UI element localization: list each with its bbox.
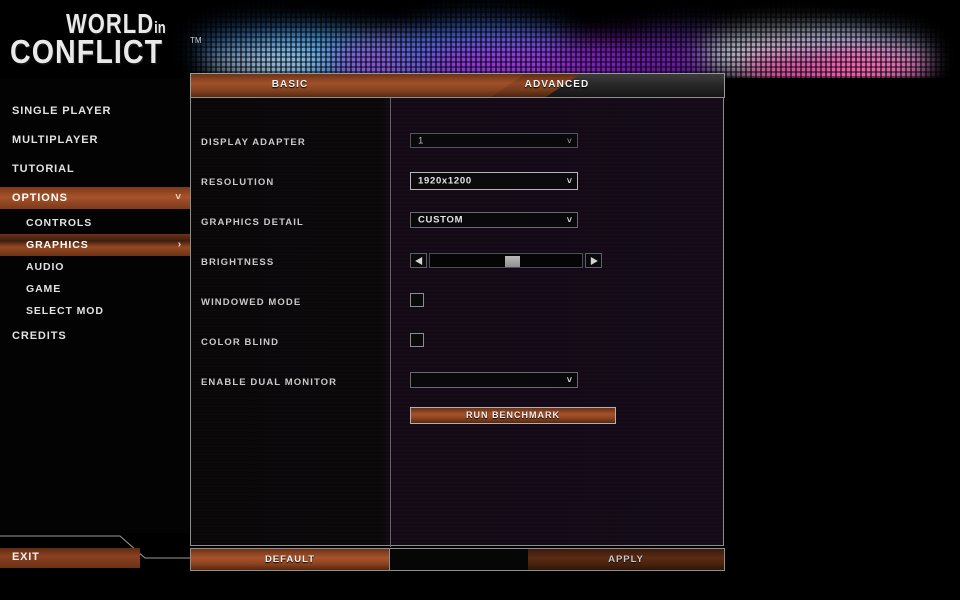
- game-options-screen: WORLDin CONFLICT TM SINGLE PLAYER MULTIP…: [0, 0, 960, 600]
- logo-word-conflict: CONFLICT: [10, 33, 164, 71]
- sidebar-label: GAME: [26, 283, 62, 295]
- game-logo: WORLDin CONFLICT TM: [8, 6, 202, 71]
- apply-label: APPLY: [608, 554, 644, 565]
- run-benchmark-button[interactable]: RUN BENCHMARK: [410, 407, 616, 424]
- brightness-track[interactable]: [429, 253, 583, 268]
- tab-advanced[interactable]: ADVANCED: [389, 79, 724, 90]
- sidebar-label: GRAPHICS: [26, 239, 89, 251]
- chevron-down-icon: ˅: [566, 215, 572, 225]
- sidebar-item-controls[interactable]: CONTROLS: [0, 212, 190, 234]
- sidebar-label: SINGLE PLAYER: [12, 105, 112, 117]
- triangle-left-icon: [414, 256, 422, 265]
- sidebar-item-select-mod[interactable]: SELECT MOD: [0, 300, 190, 322]
- setting-row-enable-dual-monitor: ENABLE DUAL MONITOR ˅: [192, 363, 724, 403]
- sidebar-item-options[interactable]: OPTIONS ˅: [0, 187, 190, 209]
- sidebar-label: OPTIONS: [12, 192, 68, 204]
- exit-button[interactable]: EXIT: [0, 548, 140, 568]
- setting-row-graphics-detail: GRAPHICS DETAIL CUSTOM ˅: [192, 203, 724, 243]
- color-blind-checkbox[interactable]: [410, 333, 424, 347]
- exit-label: EXIT: [12, 551, 40, 563]
- sidebar-label: CREDITS: [12, 330, 67, 342]
- setting-row-display-adapter: DISPLAY ADAPTER 1 ˅: [192, 123, 724, 163]
- panel-tab-bar: BASIC ADVANCED: [190, 73, 725, 98]
- sidebar-label: SELECT MOD: [26, 305, 104, 317]
- chevron-down-icon: ˅: [566, 176, 572, 186]
- sidebar-item-credits[interactable]: CREDITS: [0, 325, 190, 347]
- display-adapter-value: 1: [418, 135, 424, 146]
- graphics-detail-label: GRAPHICS DETAIL: [201, 217, 304, 228]
- brightness-increase-button[interactable]: [585, 253, 602, 268]
- run-benchmark-label: RUN BENCHMARK: [466, 410, 560, 420]
- display-adapter-dropdown[interactable]: 1 ˅: [410, 133, 578, 148]
- tab-basic[interactable]: BASIC: [191, 79, 389, 90]
- display-adapter-label: DISPLAY ADAPTER: [201, 137, 306, 148]
- sidebar-item-single-player[interactable]: SINGLE PLAYER: [0, 100, 190, 122]
- chevron-double-down-icon: ˅: [175, 192, 182, 203]
- graphics-detail-dropdown[interactable]: CUSTOM ˅: [410, 212, 578, 228]
- chevron-down-icon: ˅: [566, 135, 572, 146]
- sidebar-item-graphics[interactable]: GRAPHICS ›: [0, 234, 190, 256]
- color-blind-label: COLOR BLIND: [201, 337, 280, 348]
- setting-row-color-blind: COLOR BLIND: [192, 323, 724, 363]
- setting-row-resolution: RESOLUTION 1920x1200 ˅: [192, 163, 724, 203]
- chevron-right-icon: ›: [177, 239, 182, 250]
- windowed-mode-checkbox[interactable]: [410, 293, 424, 307]
- resolution-dropdown[interactable]: 1920x1200 ˅: [410, 172, 578, 190]
- panel-footer-bar: DEFAULT APPLY: [190, 548, 725, 571]
- sidebar-item-tutorial[interactable]: TUTORIAL: [0, 158, 190, 180]
- default-label: DEFAULT: [264, 554, 316, 565]
- windowed-mode-label: WINDOWED MODE: [201, 297, 302, 308]
- sidebar-item-audio[interactable]: AUDIO: [0, 256, 190, 278]
- setting-row-brightness: BRIGHTNESS: [192, 243, 724, 283]
- trademark-symbol: TM: [190, 36, 202, 45]
- sidebar-item-multiplayer[interactable]: MULTIPLAYER: [0, 129, 190, 151]
- sidebar-label: CONTROLS: [26, 217, 93, 229]
- brightness-thumb[interactable]: [505, 256, 520, 267]
- options-panel: BASIC ADVANCED DISPLAY ADAPTER 1 ˅ RESOL…: [190, 73, 725, 573]
- panel-body: DISPLAY ADAPTER 1 ˅ RESOLUTION 1920x1200: [190, 97, 724, 547]
- resolution-label: RESOLUTION: [201, 177, 275, 188]
- brightness-decrease-button[interactable]: [410, 253, 427, 268]
- brightness-label: BRIGHTNESS: [201, 257, 275, 268]
- sidebar-label: MULTIPLAYER: [12, 134, 99, 146]
- settings-rows: DISPLAY ADAPTER 1 ˅ RESOLUTION 1920x1200: [192, 123, 724, 570]
- resolution-value: 1920x1200: [418, 175, 472, 187]
- sidebar-item-game[interactable]: GAME: [0, 278, 190, 300]
- main-menu-sidebar: SINGLE PLAYER MULTIPLAYER TUTORIAL OPTIO…: [0, 78, 190, 533]
- apply-button[interactable]: APPLY: [528, 549, 724, 570]
- sidebar-label: TUTORIAL: [12, 163, 75, 175]
- brightness-slider[interactable]: [410, 253, 602, 268]
- triangle-right-icon: [590, 256, 598, 265]
- default-button[interactable]: DEFAULT: [191, 549, 390, 570]
- setting-row-run-benchmark: RUN BENCHMARK: [192, 403, 724, 443]
- enable-dual-monitor-dropdown[interactable]: ˅: [410, 372, 578, 388]
- graphics-detail-value: CUSTOM: [418, 214, 464, 226]
- setting-row-windowed-mode: WINDOWED MODE: [192, 283, 724, 323]
- enable-dual-monitor-label: ENABLE DUAL MONITOR: [201, 377, 338, 388]
- sidebar-label: AUDIO: [26, 261, 65, 273]
- chevron-down-icon: ˅: [566, 375, 572, 385]
